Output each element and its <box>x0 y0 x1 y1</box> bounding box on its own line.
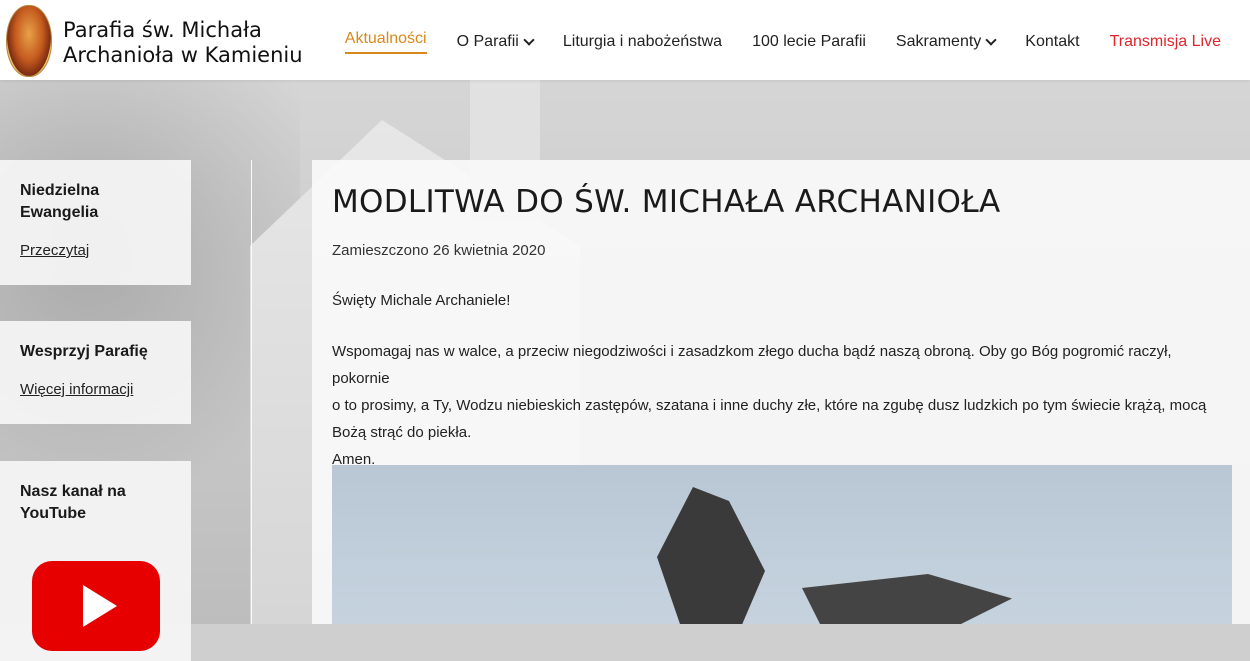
nav-item-transmisja-live[interactable]: Transmisja Live <box>1110 33 1221 51</box>
statue-figure <box>802 574 1012 624</box>
post-title: MODLITWA DO ŚW. MICHAŁA ARCHANIOŁA <box>332 184 1001 220</box>
post-body: Wspomagaj nas w walce, a przeciw niegodz… <box>332 338 1232 473</box>
chevron-down-icon <box>523 34 535 46</box>
nav-label: O Parafii <box>456 33 519 50</box>
play-icon <box>83 585 117 627</box>
nav-item-kontakt[interactable]: Kontakt <box>1025 33 1079 51</box>
support-info-link[interactable]: Więcej informacji <box>20 381 171 398</box>
statue-wing <box>657 487 765 624</box>
chevron-down-icon <box>985 34 997 46</box>
post-body-line: Wspomagaj nas w walce, a przeciw niegodz… <box>332 343 1172 387</box>
nav-item-liturgia[interactable]: Liturgia i nabożeństwa <box>563 33 722 51</box>
nav-item-sakramenty[interactable]: Sakramenty <box>895 33 997 51</box>
widget-title: Nasz kanał na YouTube <box>20 483 126 522</box>
widget-youtube: Nasz kanał na YouTube <box>0 461 191 661</box>
youtube-icon[interactable] <box>32 561 160 651</box>
widget-title: Wesprzyj Parafię <box>20 343 148 360</box>
nav-item-o-parafii[interactable]: O Parafii <box>456 33 535 51</box>
main-nav: Aktualności O Parafii Liturgia i nabożeń… <box>344 30 1221 54</box>
nav-label: Aktualności <box>344 30 427 47</box>
post-body-line: o to prosimy, a Ty, Wodzu niebieskich za… <box>332 397 1207 414</box>
site-title-line2: Archanioła w Kamieniu <box>63 43 303 67</box>
nav-label: Kontakt <box>1025 33 1080 50</box>
parish-logo-icon[interactable] <box>6 5 52 77</box>
nav-label: 100 lecie Parafii <box>752 33 866 50</box>
nav-label: Sakramenty <box>895 33 982 50</box>
widget-support: Wesprzyj Parafię Więcej informacji <box>0 321 191 424</box>
site-title-line1: Parafia św. Michała <box>63 18 262 42</box>
archangel-statue-photo <box>332 465 1232 624</box>
nav-label: Transmisja Live <box>1109 33 1221 50</box>
post-body-line: Bożą strąć do piekła. <box>332 424 472 441</box>
widget-gospel: Niedzielna Ewangelia Przeczytaj <box>0 160 191 285</box>
nav-label: Liturgia i nabożeństwa <box>562 33 723 50</box>
sidebar-divider <box>251 160 252 624</box>
widget-title: Niedzielna Ewangelia <box>20 182 100 221</box>
site-header: Parafia św. Michała Archanioła w Kamieni… <box>0 0 1250 80</box>
nav-item-aktualnosci[interactable]: Aktualności <box>344 30 427 54</box>
post-content: MODLITWA DO ŚW. MICHAŁA ARCHANIOŁA Zamie… <box>312 160 1250 624</box>
gospel-read-link[interactable]: Przeczytaj <box>20 242 171 259</box>
post-date: Zamieszczono 26 kwietnia 2020 <box>332 242 546 259</box>
site-title[interactable]: Parafia św. Michała Archanioła w Kamieni… <box>63 18 303 68</box>
nav-item-100-lecie[interactable]: 100 lecie Parafii <box>752 33 866 51</box>
post-greeting: Święty Michale Archaniele! <box>332 292 511 309</box>
